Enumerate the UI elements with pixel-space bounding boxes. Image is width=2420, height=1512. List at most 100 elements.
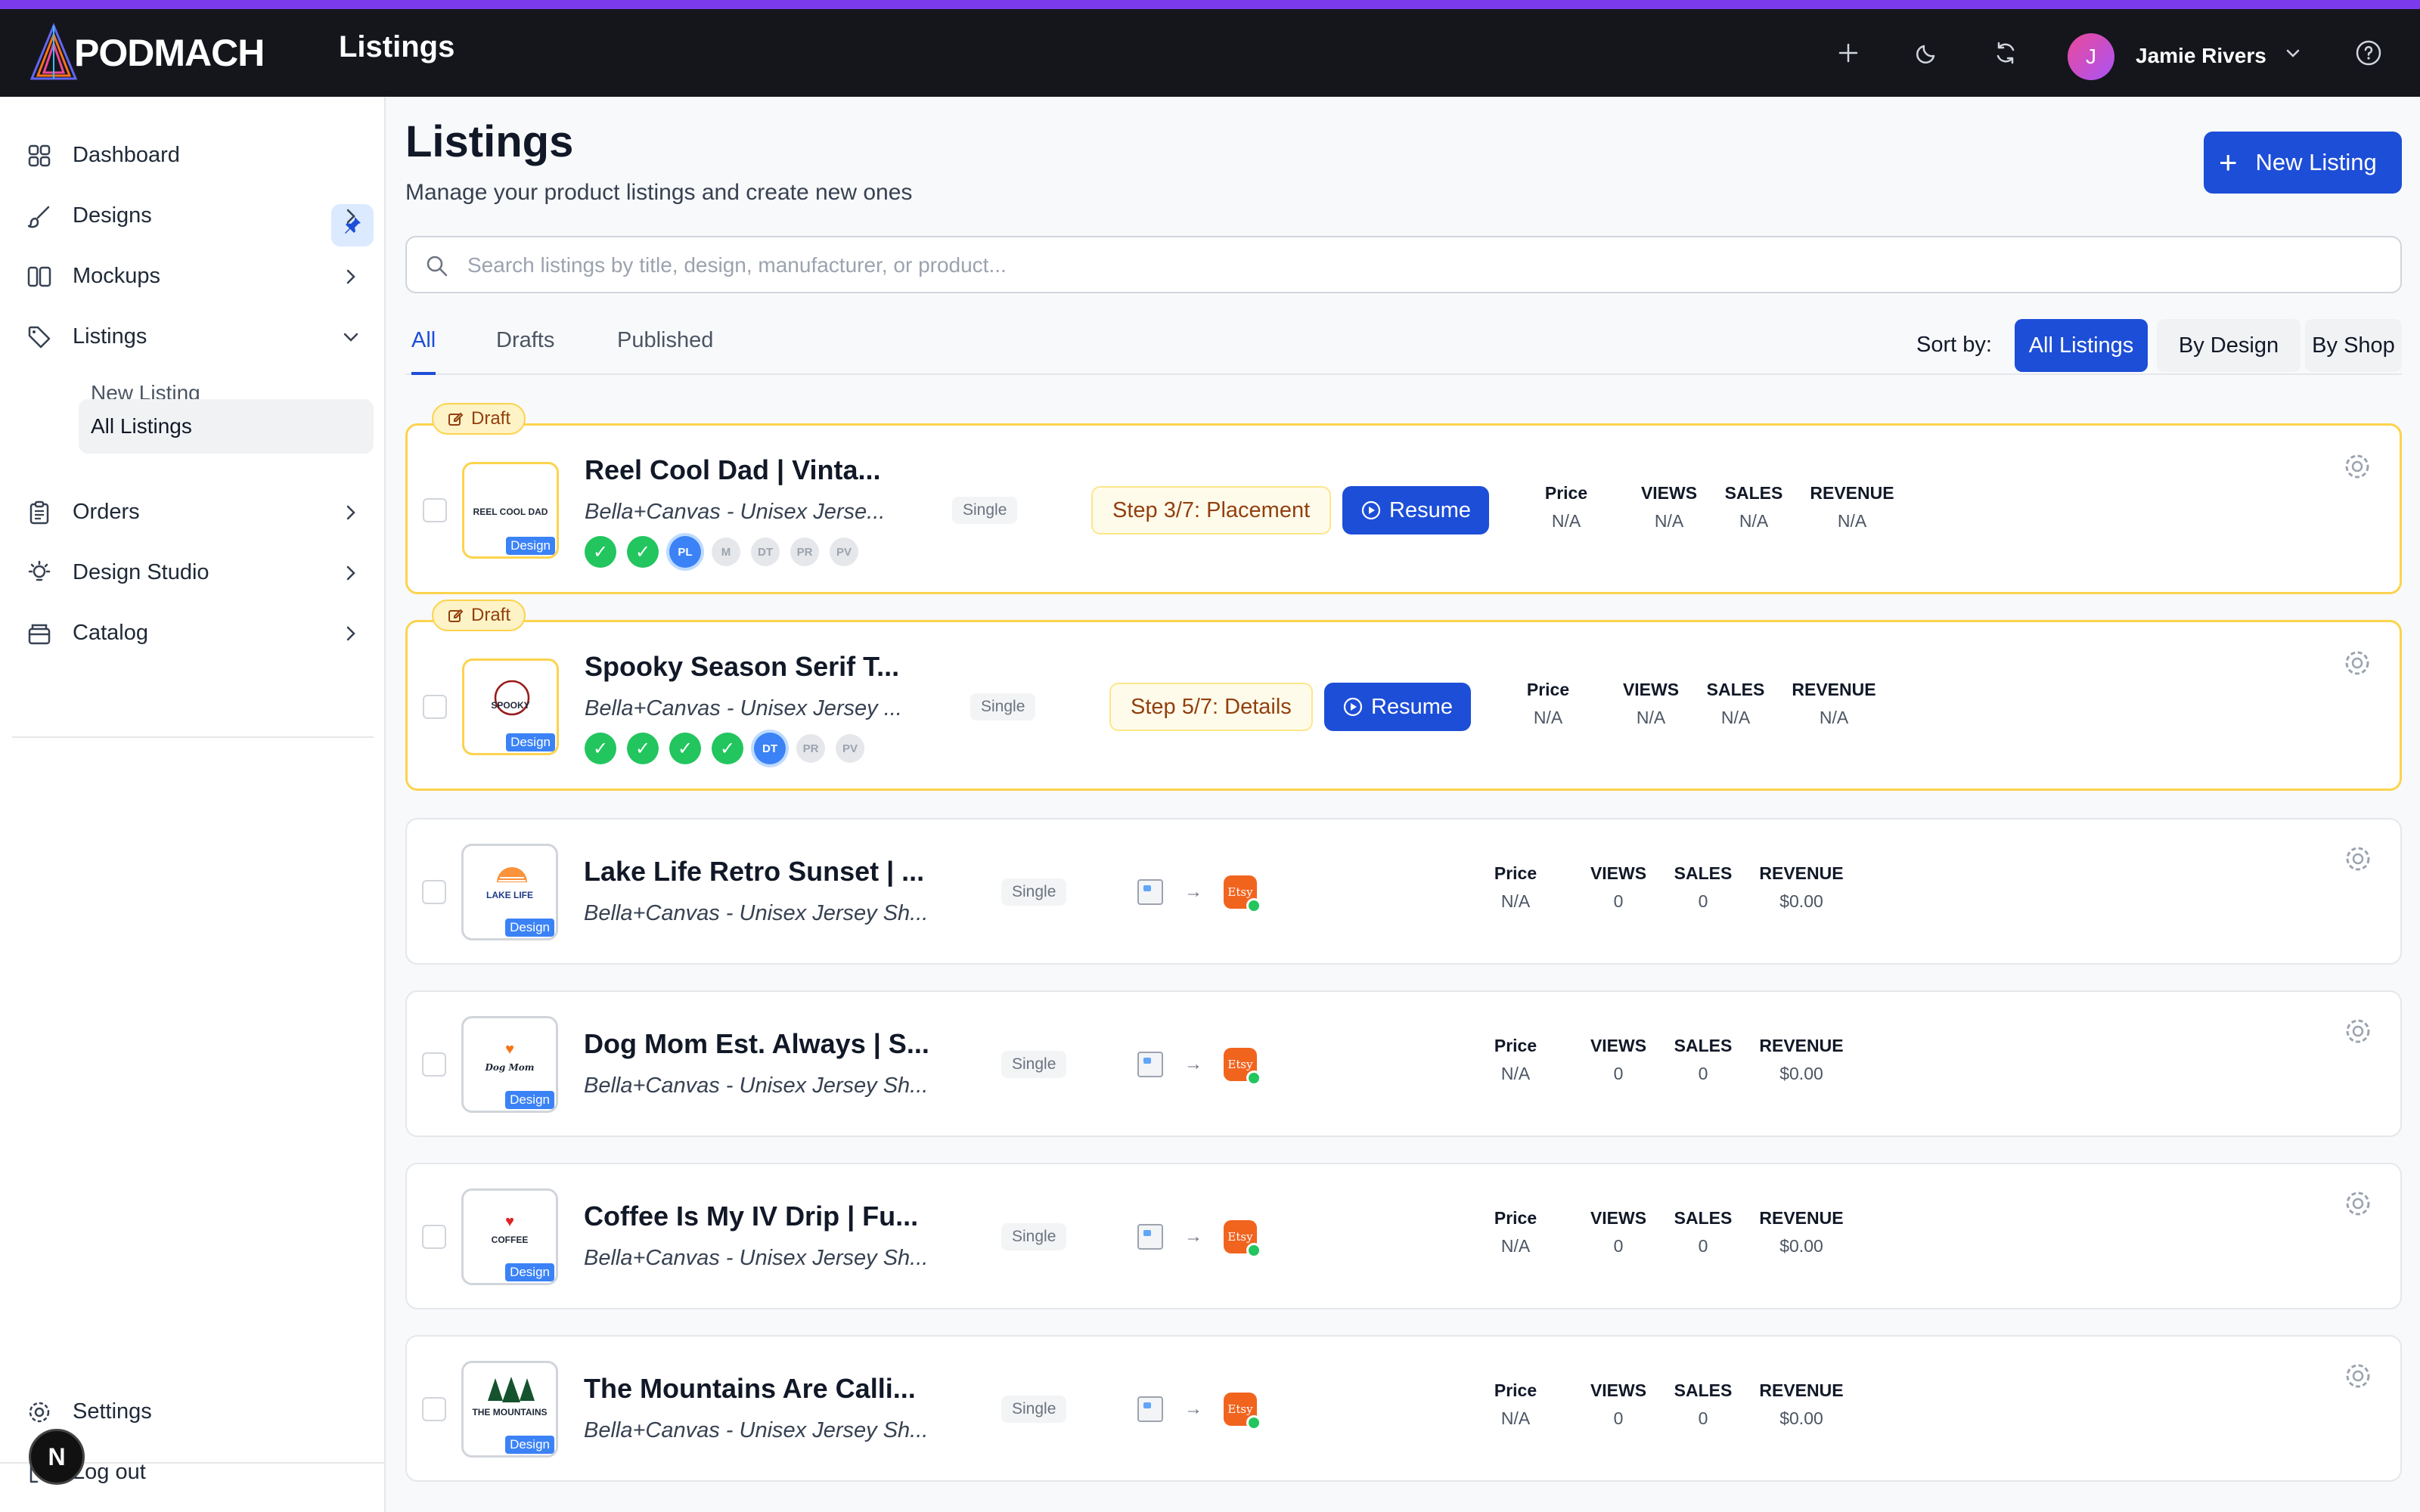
listing-title[interactable]: The Mountains Are Calli... — [584, 1373, 916, 1405]
chevron-right-icon — [346, 505, 355, 520]
stat-value: 0 — [1613, 1408, 1624, 1428]
revenue-stat: REVENUE $0.00 — [1748, 863, 1854, 912]
design-thumbnail[interactable]: ♥ Dog Mom Design — [461, 1016, 558, 1113]
sidebar-item-mockups[interactable]: Mockups — [12, 249, 374, 302]
listing-title[interactable]: Reel Cool Dad | Vinta... — [585, 454, 880, 486]
step-pending: PR — [796, 734, 825, 763]
listing-title[interactable]: Coffee Is My IV Drip | Fu... — [584, 1201, 918, 1232]
mockup-image-icon — [1137, 1396, 1163, 1422]
etsy-shop-icon[interactable]: Etsy — [1224, 1048, 1261, 1086]
design-thumbnail[interactable]: REEL COOL DAD Design — [462, 462, 559, 559]
gear-icon[interactable] — [2342, 648, 2372, 678]
step-pending: PR — [790, 538, 819, 566]
etsy-shop-icon[interactable]: Etsy — [1224, 875, 1261, 913]
revenue-stat: REVENUE $0.00 — [1748, 1380, 1854, 1429]
listing-checkbox[interactable] — [422, 880, 446, 904]
design-thumbnail[interactable]: THE MOUNTAINS Design — [461, 1361, 558, 1458]
tab-all[interactable]: All — [411, 328, 436, 375]
user-avatar[interactable]: J — [2068, 33, 2114, 80]
price-stat: Price N/A — [1528, 483, 1604, 531]
gear-icon[interactable] — [2343, 1188, 2373, 1219]
edit-icon — [448, 609, 464, 622]
chevron-right-icon — [346, 565, 355, 581]
status-online-dot — [1246, 1070, 1261, 1086]
listing-checkbox[interactable] — [422, 1052, 446, 1077]
sidebar-subitem-all-listings[interactable]: All Listings — [79, 399, 374, 454]
sort-by-design-button[interactable]: By Design — [2157, 319, 2301, 372]
sort-all-listings-button[interactable]: All Listings — [2015, 319, 2148, 372]
listing-checkbox[interactable] — [423, 498, 447, 522]
stat-label: Price — [1494, 1036, 1537, 1055]
sidebar-item-catalog[interactable]: Catalog — [12, 606, 374, 659]
step-current: PL — [669, 536, 701, 568]
refresh-icon[interactable] — [1986, 33, 2025, 73]
listing-card[interactable]: THE MOUNTAINS Design The Mountains Are C… — [405, 1335, 2402, 1482]
listing-card[interactable]: LAKE LIFE Design Lake Life Retro Sunset … — [405, 818, 2402, 965]
sidebar-item-listings[interactable]: Listings — [12, 310, 374, 363]
thumbnail-text: SPOOKY — [491, 700, 530, 711]
dark-mode-moon-icon[interactable] — [1907, 33, 1947, 73]
stat-label: VIEWS — [1622, 680, 1680, 699]
gear-icon[interactable] — [2343, 1016, 2373, 1046]
sidebar-item-label: Settings — [73, 1399, 152, 1424]
help-icon[interactable] — [2349, 33, 2388, 73]
etsy-shop-icon[interactable]: Etsy — [1224, 1393, 1261, 1430]
add-icon[interactable] — [1829, 33, 1868, 73]
search-input[interactable] — [467, 248, 2373, 283]
sort-by-shop-button[interactable]: By Shop — [2305, 319, 2402, 372]
stat-value: N/A — [1636, 708, 1666, 727]
gear-icon[interactable] — [2343, 1361, 2373, 1391]
sidebar-item-orders[interactable]: Orders — [12, 485, 374, 538]
floating-dev-badge[interactable]: N — [29, 1429, 85, 1485]
listing-title[interactable]: Spooky Season Serif T... — [585, 651, 899, 683]
publish-flow: → Etsy — [1137, 1220, 1261, 1258]
listing-card[interactable]: Draft REEL COOL DAD Design Reel Cool Dad… — [405, 403, 2402, 594]
thumbnail-design-tag: Design — [505, 919, 554, 937]
user-menu-chevron-down-icon[interactable] — [2273, 33, 2313, 73]
design-thumbnail[interactable]: ♥ COFFEE Design — [461, 1188, 558, 1285]
arrow-right-icon: → — [1184, 881, 1202, 902]
stat-label: Price — [1544, 483, 1588, 503]
tab-drafts[interactable]: Drafts — [496, 328, 554, 375]
listing-title[interactable]: Dog Mom Est. Always | S... — [584, 1028, 929, 1060]
listing-checkbox[interactable] — [422, 1225, 446, 1249]
sidebar-item-dashboard[interactable]: Dashboard — [12, 129, 374, 181]
brand-logo[interactable]: PODMACH — [27, 17, 265, 89]
sidebar-item-design-studio[interactable]: Design Studio — [12, 546, 374, 599]
design-thumbnail[interactable]: SPOOKY Design — [462, 658, 559, 755]
spooky-moon-icon — [494, 680, 530, 716]
design-thumbnail[interactable]: LAKE LIFE Design — [461, 844, 558, 940]
draft-badge-label: Draft — [471, 408, 511, 429]
gear-icon[interactable] — [2342, 451, 2372, 482]
listing-card[interactable]: ♥ COFFEE Design Coffee Is My IV Drip | F… — [405, 1163, 2402, 1309]
listing-type-badge: Single — [1001, 1396, 1067, 1423]
thumbnail-design-tag: Design — [506, 733, 555, 751]
gear-icon[interactable] — [2343, 844, 2373, 874]
listing-checkbox[interactable] — [423, 695, 447, 719]
price-stat: Price N/A — [1510, 680, 1586, 728]
status-online-dot — [1246, 1243, 1261, 1258]
revenue-stat: REVENUE $0.00 — [1748, 1208, 1854, 1256]
resume-button[interactable]: Resume — [1324, 683, 1471, 731]
views-stat: VIEWS N/A — [1631, 483, 1707, 531]
listing-product: Bella+Canvas - Unisex Jersey Sh... — [584, 1074, 929, 1098]
sunset-icon — [497, 867, 527, 882]
stat-label: SALES — [1674, 1208, 1733, 1228]
etsy-shop-icon[interactable]: Etsy — [1224, 1220, 1261, 1258]
listing-card[interactable]: Draft SPOOKY Design Spooky Season Serif … — [405, 600, 2402, 791]
new-listing-button[interactable]: + New Listing — [2204, 132, 2402, 194]
revenue-stat: REVENUE $0.00 — [1748, 1036, 1854, 1084]
listing-card[interactable]: ♥ Dog Mom Design Dog Mom Est. Always | S… — [405, 990, 2402, 1137]
listing-title[interactable]: Lake Life Retro Sunset | ... — [584, 856, 924, 888]
shop-name: Etsy — [1227, 1058, 1253, 1071]
stat-label: REVENUE — [1759, 1208, 1844, 1228]
listing-checkbox[interactable] — [422, 1397, 446, 1421]
step-complete-check-icon: ✓ — [712, 733, 743, 764]
thumbnail-text: THE MOUNTAINS — [472, 1407, 548, 1418]
resume-button[interactable]: Resume — [1342, 486, 1489, 534]
new-listing-button-label: New Listing — [2255, 149, 2377, 175]
user-name[interactable]: Jamie Rivers — [2136, 44, 2266, 68]
tab-published[interactable]: Published — [617, 328, 713, 375]
stat-label: VIEWS — [1590, 1380, 1647, 1400]
sidebar-item-designs[interactable]: Designs — [12, 189, 374, 242]
